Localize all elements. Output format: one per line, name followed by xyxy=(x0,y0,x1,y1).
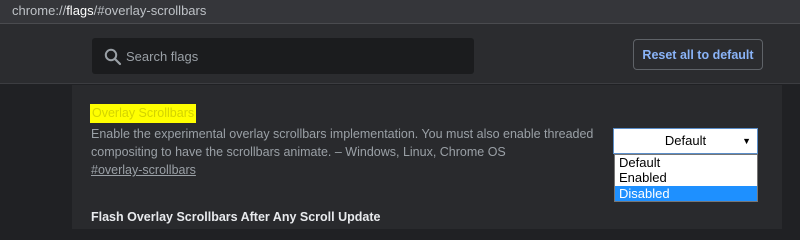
search-input[interactable] xyxy=(126,38,466,74)
flags-page: chrome://flags/#overlay-scrollbars Reset… xyxy=(0,0,800,229)
flag-description: Enable the experimental overlay scrollba… xyxy=(91,127,594,159)
search-icon xyxy=(104,48,122,66)
url-host: flags xyxy=(66,3,94,18)
flags-header: Reset all to default xyxy=(0,24,800,84)
flag-title: Flash Overlay Scrollbars After Any Scrol… xyxy=(91,210,381,224)
flag-permalink[interactable]: #overlay-scrollbars xyxy=(91,163,196,177)
flag-state-select[interactable]: Default ▼ xyxy=(613,128,758,154)
dropdown-arrow-icon: ▼ xyxy=(742,136,751,146)
option-enabled[interactable]: Enabled xyxy=(615,170,757,185)
reset-all-button[interactable]: Reset all to default xyxy=(633,39,763,70)
flag-title-highlighted: Overlay Scrollbars xyxy=(90,104,197,123)
url-path: /#overlay-scrollbars xyxy=(93,3,207,18)
option-disabled[interactable]: Disabled xyxy=(615,185,757,201)
url-scheme: chrome:// xyxy=(12,3,67,18)
option-default[interactable]: Default xyxy=(615,155,757,170)
select-dropdown-list: Default Enabled Disabled xyxy=(614,154,758,202)
search-box[interactable] xyxy=(92,38,474,74)
address-bar[interactable]: chrome://flags/#overlay-scrollbars xyxy=(0,0,800,24)
select-value: Default xyxy=(664,133,707,148)
